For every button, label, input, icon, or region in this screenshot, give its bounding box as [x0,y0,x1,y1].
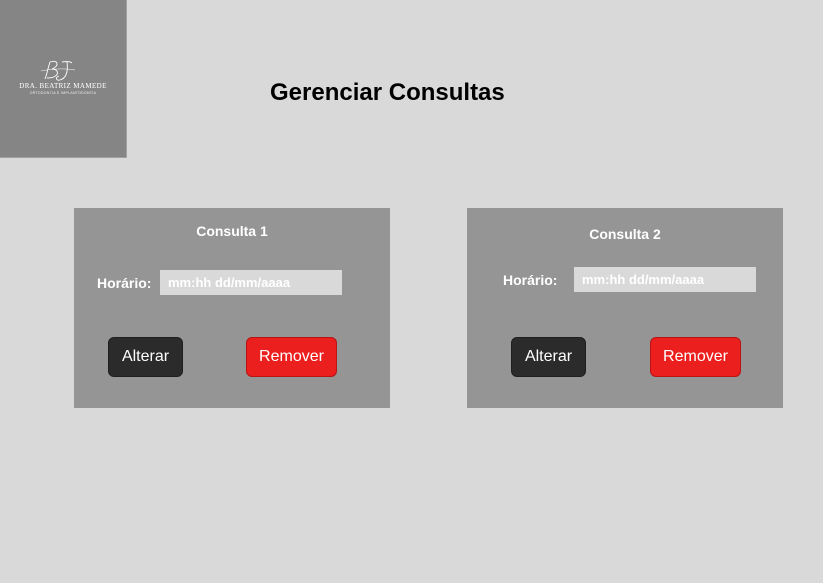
logo-subtitle: ORTODONTIA E IMPLANTODONTIA [29,91,97,95]
horario-label: Horário: [97,275,152,291]
page-title: Gerenciar Consultas [270,79,505,106]
alterar-button[interactable]: Alterar [511,337,586,377]
logo-name: DRA. BEATRIZ MAMEDE [19,82,107,90]
remover-button[interactable]: Remover [650,337,741,377]
consulta-card-2: Consulta 2 Horário: Alterar Remover [467,208,783,408]
remover-button[interactable]: Remover [246,337,337,377]
monogram-logo-icon [40,60,76,81]
consulta-card-1: Consulta 1 Horário: Alterar Remover [74,208,390,408]
consulta-title: Consulta 2 [589,226,661,242]
consulta-title: Consulta 1 [196,223,268,239]
clinic-logo: DRA. BEATRIZ MAMEDE ORTODONTIA E IMPLANT… [0,0,127,158]
horario-input[interactable] [574,267,756,292]
horario-input[interactable] [160,270,342,295]
horario-label: Horário: [503,272,558,288]
alterar-button[interactable]: Alterar [108,337,183,377]
